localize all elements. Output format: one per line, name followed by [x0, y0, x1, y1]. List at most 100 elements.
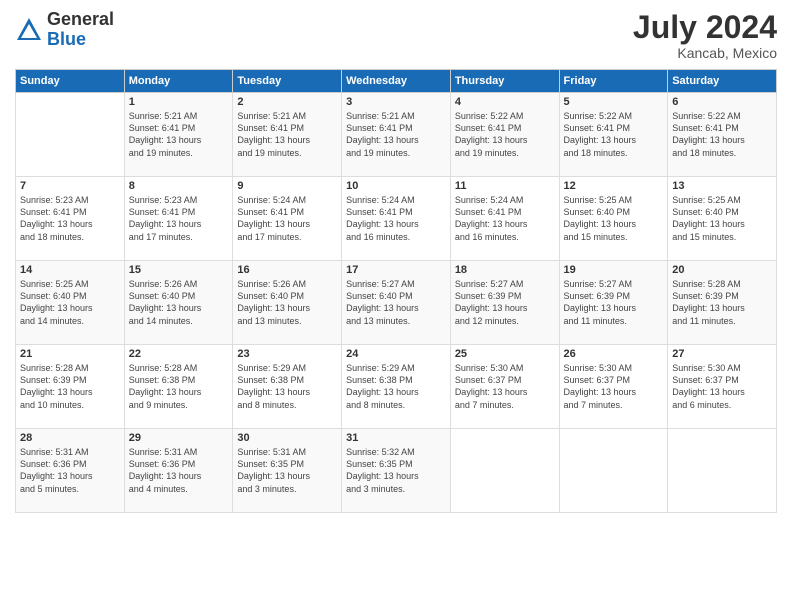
calendar-cell: 2Sunrise: 5:21 AM Sunset: 6:41 PM Daylig… [233, 93, 342, 177]
day-info: Sunrise: 5:28 AM Sunset: 6:39 PM Dayligh… [672, 278, 772, 327]
day-info: Sunrise: 5:23 AM Sunset: 6:41 PM Dayligh… [20, 194, 120, 243]
calendar-cell: 14Sunrise: 5:25 AM Sunset: 6:40 PM Dayli… [16, 261, 125, 345]
calendar-cell: 27Sunrise: 5:30 AM Sunset: 6:37 PM Dayli… [668, 345, 777, 429]
calendar-cell: 11Sunrise: 5:24 AM Sunset: 6:41 PM Dayli… [450, 177, 559, 261]
day-number: 4 [455, 96, 555, 108]
day-info: Sunrise: 5:27 AM Sunset: 6:39 PM Dayligh… [564, 278, 664, 327]
day-number: 9 [237, 180, 337, 192]
calendar-cell: 31 Sunrise: 5:32 AM Sunset: 6:35 PM Dayli… [342, 429, 451, 513]
day-number: 19 [564, 264, 664, 276]
day-info: Sunrise: 5:28 AM Sunset: 6:39 PM Dayligh… [20, 362, 120, 411]
calendar-cell [668, 429, 777, 513]
day-info: Sunrise: 5:26 AM Sunset: 6:40 PM Dayligh… [237, 278, 337, 327]
day-info: Sunrise: 5:30 AM Sunset: 6:37 PM Dayligh… [455, 362, 555, 411]
calendar-cell: 20 Sunrise: 5:28 AM Sunset: 6:39 PM Dayli… [668, 261, 777, 345]
day-number: 13 [672, 180, 772, 192]
day-info: Sunrise: 5:23 AM Sunset: 6:41 PM Dayligh… [129, 194, 229, 243]
day-info: Sunrise: 5:22 AM Sunset: 6:41 PM Dayligh… [564, 110, 664, 159]
location: Kancab, Mexico [633, 45, 777, 61]
calendar-table: SundayMondayTuesdayWednesdayThursdayFrid… [15, 69, 777, 513]
weekday-header-saturday: Saturday [668, 70, 777, 93]
day-info: Sunrise: 5:25 AM Sunset: 6:40 PM Dayligh… [672, 194, 772, 243]
calendar-cell: 10 Sunrise: 5:24 AM Sunset: 6:41 PM Dayli… [342, 177, 451, 261]
month-title: July 2024 [633, 10, 777, 45]
day-info: Sunrise: 5:32 AM Sunset: 6:35 PM Dayligh… [346, 446, 446, 495]
week-row-3: 14Sunrise: 5:25 AM Sunset: 6:40 PM Dayli… [16, 261, 777, 345]
day-info: Sunrise: 5:22 AM Sunset: 6:41 PM Dayligh… [455, 110, 555, 159]
day-info: Sunrise: 5:26 AM Sunset: 6:40 PM Dayligh… [129, 278, 229, 327]
calendar-cell: 5 Sunrise: 5:22 AM Sunset: 6:41 PM Daylig… [559, 93, 668, 177]
day-number: 12 [564, 180, 664, 192]
day-info: Sunrise: 5:31 AM Sunset: 6:36 PM Dayligh… [20, 446, 120, 495]
day-number: 5 [564, 96, 664, 108]
calendar-cell: 17 Sunrise: 5:27 AM Sunset: 6:40 PM Dayli… [342, 261, 451, 345]
calendar-cell: 19 Sunrise: 5:27 AM Sunset: 6:39 PM Dayli… [559, 261, 668, 345]
weekday-header-monday: Monday [124, 70, 233, 93]
day-number: 3 [346, 96, 446, 108]
day-info: Sunrise: 5:22 AM Sunset: 6:41 PM Dayligh… [672, 110, 772, 159]
calendar-cell: 16 Sunrise: 5:26 AM Sunset: 6:40 PM Dayli… [233, 261, 342, 345]
day-number: 1 [129, 96, 229, 108]
calendar-cell: 30 Sunrise: 5:31 AM Sunset: 6:35 PM Dayli… [233, 429, 342, 513]
day-info: Sunrise: 5:25 AM Sunset: 6:40 PM Dayligh… [564, 194, 664, 243]
day-info: Sunrise: 5:27 AM Sunset: 6:39 PM Dayligh… [455, 278, 555, 327]
calendar-cell: 1 Sunrise: 5:21 AM Sunset: 6:41 PM Daylig… [124, 93, 233, 177]
calendar-cell [450, 429, 559, 513]
title-block: July 2024 Kancab, Mexico [633, 10, 777, 61]
weekday-header-sunday: Sunday [16, 70, 125, 93]
day-info: Sunrise: 5:29 AM Sunset: 6:38 PM Dayligh… [346, 362, 446, 411]
weekday-header-tuesday: Tuesday [233, 70, 342, 93]
day-info: Sunrise: 5:31 AM Sunset: 6:36 PM Dayligh… [129, 446, 229, 495]
day-number: 16 [237, 264, 337, 276]
weekday-header-friday: Friday [559, 70, 668, 93]
logo-text: General Blue [47, 10, 114, 50]
logo-general: General [47, 9, 114, 29]
day-info: Sunrise: 5:21 AM Sunset: 6:41 PM Dayligh… [237, 110, 337, 159]
week-row-4: 21 Sunrise: 5:28 AM Sunset: 6:39 PM Dayli… [16, 345, 777, 429]
day-number: 17 [346, 264, 446, 276]
day-number: 30 [237, 432, 337, 444]
day-info: Sunrise: 5:21 AM Sunset: 6:41 PM Dayligh… [129, 110, 229, 159]
header: General Blue July 2024 Kancab, Mexico [15, 10, 777, 61]
calendar-cell [16, 93, 125, 177]
day-number: 10 [346, 180, 446, 192]
calendar-cell: 29Sunrise: 5:31 AM Sunset: 6:36 PM Dayli… [124, 429, 233, 513]
calendar-cell: 15 Sunrise: 5:26 AM Sunset: 6:40 PM Dayli… [124, 261, 233, 345]
week-row-5: 28 Sunrise: 5:31 AM Sunset: 6:36 PM Dayli… [16, 429, 777, 513]
day-number: 21 [20, 348, 120, 360]
day-number: 7 [20, 180, 120, 192]
calendar-cell: 13 Sunrise: 5:25 AM Sunset: 6:40 PM Dayli… [668, 177, 777, 261]
day-number: 28 [20, 432, 120, 444]
calendar-cell: 7 Sunrise: 5:23 AM Sunset: 6:41 PM Daylig… [16, 177, 125, 261]
day-number: 23 [237, 348, 337, 360]
day-number: 11 [455, 180, 555, 192]
day-number: 22 [129, 348, 229, 360]
day-number: 26 [564, 348, 664, 360]
calendar-cell: 9 Sunrise: 5:24 AM Sunset: 6:41 PM Daylig… [233, 177, 342, 261]
calendar-cell: 6Sunrise: 5:22 AM Sunset: 6:41 PM Daylig… [668, 93, 777, 177]
day-info: Sunrise: 5:31 AM Sunset: 6:35 PM Dayligh… [237, 446, 337, 495]
logo-blue: Blue [47, 29, 86, 49]
day-number: 20 [672, 264, 772, 276]
day-number: 15 [129, 264, 229, 276]
calendar-cell: 21 Sunrise: 5:28 AM Sunset: 6:39 PM Dayli… [16, 345, 125, 429]
day-info: Sunrise: 5:27 AM Sunset: 6:40 PM Dayligh… [346, 278, 446, 327]
weekday-header-row: SundayMondayTuesdayWednesdayThursdayFrid… [16, 70, 777, 93]
day-info: Sunrise: 5:24 AM Sunset: 6:41 PM Dayligh… [237, 194, 337, 243]
calendar-cell: 28 Sunrise: 5:31 AM Sunset: 6:36 PM Dayli… [16, 429, 125, 513]
week-row-1: 1 Sunrise: 5:21 AM Sunset: 6:41 PM Daylig… [16, 93, 777, 177]
logo: General Blue [15, 10, 114, 50]
page: General Blue July 2024 Kancab, Mexico Su… [0, 0, 792, 612]
day-number: 8 [129, 180, 229, 192]
calendar-cell: 23Sunrise: 5:29 AM Sunset: 6:38 PM Dayli… [233, 345, 342, 429]
day-number: 31 [346, 432, 446, 444]
day-number: 25 [455, 348, 555, 360]
calendar-cell [559, 429, 668, 513]
day-number: 27 [672, 348, 772, 360]
day-info: Sunrise: 5:25 AM Sunset: 6:40 PM Dayligh… [20, 278, 120, 327]
day-info: Sunrise: 5:24 AM Sunset: 6:41 PM Dayligh… [346, 194, 446, 243]
day-info: Sunrise: 5:30 AM Sunset: 6:37 PM Dayligh… [564, 362, 664, 411]
calendar-cell: 25 Sunrise: 5:30 AM Sunset: 6:37 PM Dayli… [450, 345, 559, 429]
calendar-cell: 8 Sunrise: 5:23 AM Sunset: 6:41 PM Daylig… [124, 177, 233, 261]
calendar-cell: 24Sunrise: 5:29 AM Sunset: 6:38 PM Dayli… [342, 345, 451, 429]
